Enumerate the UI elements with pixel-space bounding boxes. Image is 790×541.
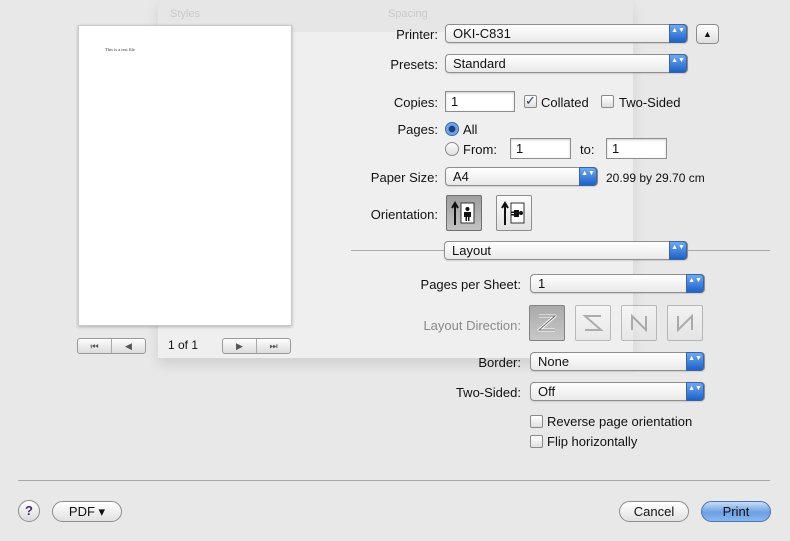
- previous-page-icon: ◀: [125, 340, 132, 351]
- paper-size-dimensions: 20.99 by 29.70 cm: [606, 171, 705, 185]
- direction-reverse-n-icon: [677, 313, 693, 333]
- help-icon: ?: [25, 503, 33, 518]
- preview-page-count: 1 of 1: [168, 338, 199, 352]
- printer-popup[interactable]: OKI-C831 ▲▼: [445, 24, 688, 43]
- footer-divider: [18, 480, 770, 481]
- two-sided-checkbox[interactable]: [601, 95, 614, 108]
- last-page-button[interactable]: ⏭: [256, 339, 290, 353]
- orientation-label: Orientation:: [370, 207, 438, 222]
- flip-horizontally-label: Flip horizontally: [547, 434, 638, 449]
- previous-page-button[interactable]: ◀: [111, 339, 145, 353]
- layout-direction-reverse-n-button[interactable]: [667, 305, 703, 341]
- landscape-orientation-icon: [501, 201, 525, 225]
- print-button[interactable]: Print: [701, 501, 771, 522]
- check-icon: ✓: [525, 93, 536, 108]
- last-page-icon: ⏭: [269, 340, 278, 351]
- paper-size-popup[interactable]: A4 ▲▼: [445, 167, 598, 186]
- first-page-button[interactable]: ⏮: [78, 339, 111, 353]
- reverse-orientation-checkbox[interactable]: [530, 415, 543, 428]
- pages-all-label: All: [463, 122, 478, 137]
- layout-two-sided-popup[interactable]: Off ▲▼: [530, 382, 705, 401]
- first-page-icon: ⏮: [90, 340, 99, 351]
- layout-two-sided-label: Two-Sided:: [455, 385, 521, 400]
- background-styles-label: Styles: [170, 8, 200, 20]
- pdf-menu-button[interactable]: PDF ▾: [52, 501, 122, 522]
- orientation-landscape-button[interactable]: [496, 195, 532, 231]
- collated-label: Collated: [541, 95, 589, 110]
- layout-direction-z-button[interactable]: [529, 305, 565, 341]
- popup-arrows-icon: ▲▼: [686, 382, 704, 401]
- preview-nav-back-group: ⏮ ◀: [77, 338, 146, 354]
- copies-field[interactable]: 1: [445, 91, 515, 112]
- section-divider-right: [688, 250, 770, 251]
- next-page-icon: ▶: [236, 340, 243, 351]
- pages-to-field[interactable]: 1: [606, 138, 667, 159]
- presets-popup[interactable]: Standard ▲▼: [445, 54, 688, 73]
- flip-horizontally-checkbox[interactable]: [530, 435, 543, 448]
- presets-label: Presets:: [390, 57, 438, 72]
- direction-n-icon: [631, 313, 647, 333]
- cancel-button[interactable]: Cancel: [619, 501, 689, 522]
- pages-per-sheet-popup[interactable]: 1 ▲▼: [530, 274, 705, 293]
- reverse-orientation-label: Reverse page orientation: [547, 414, 693, 429]
- printer-label: Printer:: [396, 27, 438, 42]
- paper-size-value: A4: [453, 169, 469, 184]
- disclosure-up-icon: ▲: [703, 29, 712, 39]
- layout-direction-s-button[interactable]: [575, 305, 611, 341]
- collated-checkbox[interactable]: ✓: [524, 93, 537, 108]
- next-page-button[interactable]: ▶: [223, 339, 256, 353]
- background-spacing-label: Spacing: [388, 8, 428, 20]
- pages-all-radio[interactable]: [445, 122, 459, 136]
- popup-arrows-icon: ▲▼: [669, 24, 687, 43]
- border-label: Border:: [478, 355, 521, 370]
- paper-size-label: Paper Size:: [370, 170, 438, 185]
- popup-arrows-icon: ▲▼: [579, 167, 597, 186]
- layout-two-sided-value: Off: [538, 384, 556, 399]
- direction-z-icon: [537, 314, 557, 332]
- portrait-orientation-icon: [451, 201, 475, 225]
- border-value: None: [538, 354, 570, 369]
- popup-arrows-icon: ▲▼: [686, 274, 704, 293]
- layout-direction-n-button[interactable]: [621, 305, 657, 341]
- help-button[interactable]: ?: [18, 500, 40, 522]
- details-disclosure-button[interactable]: ▲: [696, 24, 719, 44]
- pages-from-label: From:: [463, 142, 497, 157]
- pages-label: Pages:: [397, 122, 438, 137]
- pages-per-sheet-label: Pages per Sheet:: [420, 277, 521, 292]
- popup-arrows-icon: ▲▼: [669, 54, 687, 73]
- copies-label: Copies:: [393, 95, 438, 110]
- orientation-portrait-button[interactable]: [446, 195, 482, 231]
- section-value: Layout: [452, 243, 492, 258]
- presets-value: Standard: [453, 56, 506, 71]
- pages-from-radio[interactable]: [445, 142, 459, 156]
- layout-direction-label: Layout Direction:: [423, 318, 521, 333]
- section-divider-left: [351, 250, 444, 251]
- preview-nav-forward-group: ▶ ⏭: [222, 338, 291, 354]
- popup-arrows-icon: ▲▼: [669, 241, 687, 260]
- popup-arrows-icon: ▲▼: [686, 352, 704, 371]
- direction-s-icon: [582, 315, 604, 331]
- section-popup[interactable]: Layout ▲▼: [444, 241, 688, 260]
- pages-to-label: to:: [580, 142, 595, 157]
- border-popup[interactable]: None ▲▼: [530, 352, 705, 371]
- two-sided-label: Two-Sided: [619, 95, 681, 110]
- pages-per-sheet-value: 1: [538, 276, 546, 291]
- printer-value: OKI-C831: [453, 26, 511, 41]
- print-preview-page: This is a test file: [78, 25, 292, 326]
- preview-page-text: This is a test file: [105, 47, 135, 52]
- pages-from-field[interactable]: 1: [510, 138, 571, 159]
